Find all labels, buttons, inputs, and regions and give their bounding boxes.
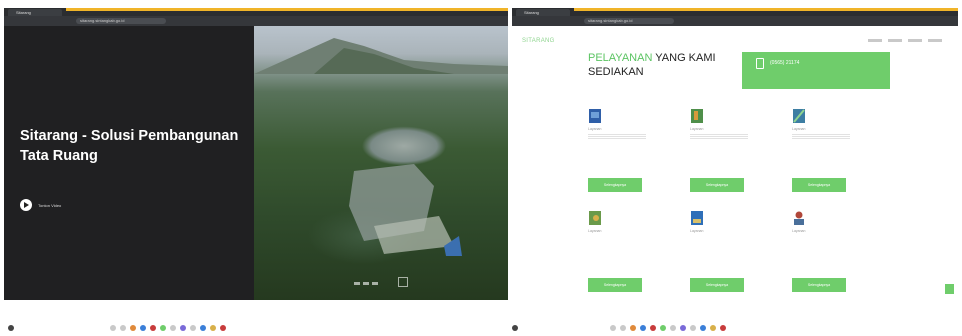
contact-phone: (0565) 21174 [770,60,800,66]
map-icon [691,109,703,123]
service-name: Layanan [588,127,602,131]
address-bar: sitarang.sintangkab.go.id [4,16,508,32]
map-icon [691,211,703,225]
map-icon [589,211,601,225]
url-field[interactable]: sitarang.sintangkab.go.id [584,18,674,24]
hero-photo [254,26,508,300]
scroll-top-button[interactable] [945,284,954,294]
title-bar: Sitarang [512,8,958,16]
service-detail-button[interactable]: Selengkapnya [690,178,744,192]
service-description [588,134,646,139]
site-logo[interactable]: SITARANG [522,38,555,44]
service-detail-button[interactable]: Selengkapnya [588,278,642,292]
taskbar-apps-left[interactable] [110,318,230,331]
play-video-button[interactable]: Tonton Video [20,199,61,211]
heading-rest: YANG KAMI [652,52,716,64]
service-description [792,134,850,139]
extension-icons[interactable] [912,18,952,31]
user-icon [794,211,804,225]
hero-section: Sitarang - Solusi Pembangunan Tata Ruang… [4,26,508,300]
service-name: Layanan [792,127,806,131]
title-bar: Sitarang [4,8,508,16]
service-name: Layanan [690,229,704,233]
hero-title: Sitarang - Solusi Pembangunan Tata Ruang [20,126,250,166]
service-card: Layanan [690,210,765,233]
slider-next-button[interactable] [398,277,408,287]
hero-title-line-2: Tata Ruang [20,148,98,164]
accent-stripe [66,8,508,11]
hero-title-line-1: Sitarang - Solusi Pembangunan [20,128,239,144]
service-card: Layanan [792,108,867,139]
address-bar: sitarang.sintangkab.go.id [512,16,958,32]
service-card: Layanan [588,210,663,233]
slider-dots[interactable] [354,282,378,285]
left-browser-window: Sitarang sitarang.sintangkab.go.id Sitar… [4,8,508,300]
tab-title: Sitarang [524,10,539,15]
play-video-label: Tonton Video [38,202,62,208]
browser-tab[interactable]: Sitarang [516,9,570,16]
map-icon [793,109,805,123]
service-detail-button[interactable]: Selengkapnya [690,278,744,292]
service-card: Layanan [690,108,765,139]
browser-tab[interactable]: Sitarang [8,9,62,16]
url-field[interactable]: sitarang.sintangkab.go.id [76,18,166,24]
nav-buttons[interactable] [10,19,50,32]
heading-line-2: SEDIAKAN [588,66,644,78]
nav-buttons[interactable] [518,19,558,32]
service-description [690,134,748,139]
section-heading: PELAYANAN YANG KAMI SEDIAKAN [588,51,716,79]
taskbar [0,318,962,331]
service-name: Layanan [588,229,602,233]
contact-box[interactable]: (0565) 21174 [742,52,890,89]
mountain-graphic [254,38,508,74]
accent-stripe [574,8,958,11]
extension-icons[interactable] [462,18,502,31]
service-card: Layanan [792,210,867,233]
phone-icon [756,58,764,69]
services-page: SITARANG PELAYANAN YANG KAMI SEDIAKAN (0… [512,26,958,300]
service-detail-button[interactable]: Selengkapnya [792,278,846,292]
heading-highlight: PELAYANAN [588,52,653,64]
right-browser-window: Sitarang sitarang.sintangkab.go.id SITAR… [512,8,958,300]
pond-graphic [349,164,462,256]
service-detail-button[interactable]: Selengkapnya [588,178,642,192]
top-navigation[interactable] [868,39,942,42]
tab-title: Sitarang [16,10,31,15]
service-detail-button[interactable]: Selengkapnya [792,178,846,192]
service-name: Layanan [690,127,704,131]
service-card: Layanan [588,108,663,139]
play-icon [20,199,32,211]
start-icon[interactable] [8,318,18,331]
start-icon[interactable] [512,318,522,331]
service-name: Layanan [792,229,806,233]
map-icon [589,109,601,123]
taskbar-apps-right[interactable] [610,318,730,331]
